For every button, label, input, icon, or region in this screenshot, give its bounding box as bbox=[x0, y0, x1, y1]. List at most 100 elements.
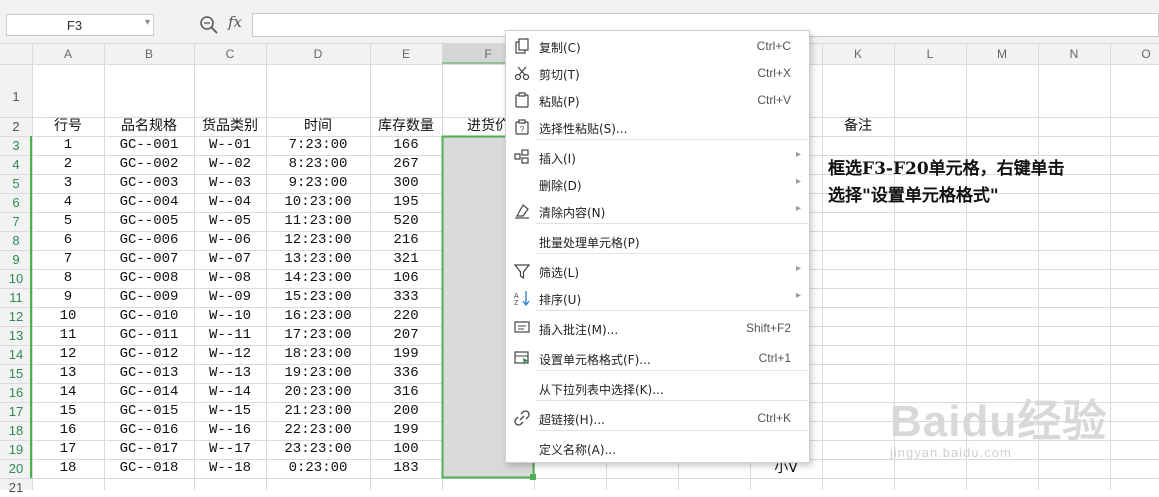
table-cell: GC--015 bbox=[119, 403, 179, 419]
table-cell: GC--002 bbox=[119, 156, 179, 172]
svg-text:A: A bbox=[514, 293, 519, 300]
menu-item-shortcut: Ctrl+V bbox=[757, 93, 791, 107]
column-header-d[interactable]: D bbox=[266, 44, 370, 64]
table-cell: 17 bbox=[59, 441, 77, 457]
column-header-n[interactable]: N bbox=[1038, 44, 1110, 64]
table-cell: 200 bbox=[393, 403, 419, 419]
menu-item-paste-special[interactable]: ? 选择性粘贴(S)... bbox=[506, 113, 809, 140]
row-header-3[interactable]: 3 bbox=[0, 136, 32, 155]
menu-item-insert-comment[interactable]: 插入批注(M)... Shift+F2 bbox=[506, 314, 809, 341]
chevron-right-icon: ▸ bbox=[795, 149, 801, 160]
row-header-16[interactable]: 16 bbox=[0, 383, 32, 402]
menu-item-label: 定义名称(A)... bbox=[539, 443, 617, 457]
menu-item-clear-contents[interactable]: 清除内容(N) ▸ bbox=[506, 197, 809, 224]
svg-text:Z: Z bbox=[514, 300, 519, 306]
row-header-21[interactable]: 21 bbox=[0, 478, 32, 497]
menu-item-label: 排序(U) bbox=[539, 293, 582, 307]
zoom-icon[interactable] bbox=[199, 15, 219, 35]
menu-item-shortcut: Ctrl+X bbox=[757, 66, 791, 80]
menu-item-copy[interactable]: 复制(C) Ctrl+C bbox=[506, 32, 809, 59]
row-header-19[interactable]: 19 bbox=[0, 440, 32, 459]
row-header-8[interactable]: 8 bbox=[0, 231, 32, 250]
table-cell: 13 bbox=[59, 365, 77, 381]
column-header-o[interactable]: O bbox=[1110, 44, 1159, 64]
menu-item-define-name[interactable]: 定义名称(A)... bbox=[506, 434, 809, 461]
menu-separator bbox=[536, 400, 808, 401]
table-cell: 9 bbox=[63, 289, 73, 305]
table-cell: 11:23:00 bbox=[284, 213, 352, 229]
header-cell: 库存数量 bbox=[378, 118, 434, 134]
chevron-down-icon[interactable]: ▾ bbox=[145, 17, 150, 28]
row-header-20[interactable]: 20 bbox=[0, 459, 32, 478]
table-cell: 17:23:00 bbox=[284, 327, 352, 343]
row-header-9[interactable]: 9 bbox=[0, 250, 32, 269]
table-cell: 316 bbox=[393, 384, 419, 400]
row-header-14[interactable]: 14 bbox=[0, 345, 32, 364]
table-cell: W--03 bbox=[208, 175, 251, 191]
table-cell: GC--012 bbox=[119, 346, 179, 362]
row-header-10[interactable]: 10 bbox=[0, 269, 32, 288]
table-cell: GC--014 bbox=[119, 384, 179, 400]
table-cell: 21:23:00 bbox=[284, 403, 352, 419]
menu-separator bbox=[536, 430, 808, 431]
row-header-7[interactable]: 7 bbox=[0, 212, 32, 231]
table-cell: GC--011 bbox=[119, 327, 179, 343]
table-cell: 15 bbox=[59, 403, 77, 419]
insert-icon bbox=[514, 149, 529, 164]
menu-item-pick-from-list[interactable]: 从下拉列表中选择(K)... bbox=[506, 374, 809, 401]
row-header-17[interactable]: 17 bbox=[0, 402, 32, 421]
menu-item-insert[interactable]: 插入(I) ▸ bbox=[506, 143, 809, 170]
menu-item-filter[interactable]: 筛选(L) ▸ bbox=[506, 257, 809, 284]
row-header-13[interactable]: 13 bbox=[0, 326, 32, 345]
row-header-4[interactable]: 4 bbox=[0, 155, 32, 174]
menu-item-shortcut: Ctrl+1 bbox=[758, 351, 791, 365]
menu-item-hyperlink[interactable]: 超链接(H)... Ctrl+K bbox=[506, 404, 809, 431]
menu-separator bbox=[536, 223, 808, 224]
row-header-12[interactable]: 12 bbox=[0, 307, 32, 326]
row-header-2[interactable]: 2 bbox=[0, 117, 32, 136]
menu-item-paste[interactable]: 粘贴(P) Ctrl+V bbox=[506, 86, 809, 113]
column-header-b[interactable]: B bbox=[104, 44, 194, 64]
eraser-icon bbox=[515, 204, 529, 219]
table-cell: W--01 bbox=[208, 137, 251, 153]
fx-icon[interactable]: fx bbox=[228, 13, 242, 31]
row-header-1[interactable]: 1 bbox=[0, 87, 32, 106]
menu-item-sort[interactable]: A Z 排序(U) ▸ bbox=[506, 284, 809, 311]
menu-item-label: 超链接(H)... bbox=[539, 413, 605, 427]
menu-item-batch-process[interactable]: 批量处理单元格(P) bbox=[506, 227, 809, 254]
table-cell: 3 bbox=[63, 175, 73, 191]
table-cell: W--06 bbox=[208, 232, 251, 248]
menu-separator bbox=[536, 370, 808, 371]
table-cell: 23:23:00 bbox=[284, 441, 352, 457]
scissors-icon bbox=[514, 66, 530, 81]
annotation-line-1: 框选F3-F20单元格，右键单击 bbox=[828, 159, 1065, 179]
table-cell: 10:23:00 bbox=[284, 194, 352, 210]
table-cell: 11 bbox=[59, 327, 77, 343]
menu-item-delete[interactable]: 删除(D) ▸ bbox=[506, 170, 809, 197]
column-header-k[interactable]: K bbox=[822, 44, 894, 64]
table-cell: GC--001 bbox=[119, 137, 179, 153]
column-header-l[interactable]: L bbox=[894, 44, 966, 64]
row-header-11[interactable]: 11 bbox=[0, 288, 32, 307]
row-header-15[interactable]: 15 bbox=[0, 364, 32, 383]
column-header-m[interactable]: M bbox=[966, 44, 1038, 64]
table-cell: 336 bbox=[393, 365, 419, 381]
table-cell: 15:23:00 bbox=[284, 289, 352, 305]
row-header-5[interactable]: 5 bbox=[0, 174, 32, 193]
fill-handle[interactable] bbox=[530, 474, 536, 480]
column-header-e[interactable]: E bbox=[370, 44, 442, 64]
table-cell: GC--010 bbox=[119, 308, 179, 324]
table-cell: 16 bbox=[59, 422, 77, 438]
column-header-a[interactable]: A bbox=[32, 44, 104, 64]
name-box[interactable]: F3 ▾ bbox=[6, 14, 154, 36]
table-cell: 9:23:00 bbox=[288, 175, 348, 191]
row-header-6[interactable]: 6 bbox=[0, 193, 32, 212]
row-header-18[interactable]: 18 bbox=[0, 421, 32, 440]
menu-item-cut[interactable]: 剪切(T) Ctrl+X bbox=[506, 59, 809, 86]
header-cell: 备注 bbox=[844, 118, 872, 134]
menu-item-label: 清除内容(N) bbox=[539, 206, 606, 220]
table-cell: W--14 bbox=[208, 384, 251, 400]
column-header-c[interactable]: C bbox=[194, 44, 266, 64]
menu-item-format-cells[interactable]: 设置单元格格式(F)... Ctrl+1 bbox=[506, 344, 809, 371]
menu-item-shortcut: Ctrl+C bbox=[756, 39, 791, 53]
